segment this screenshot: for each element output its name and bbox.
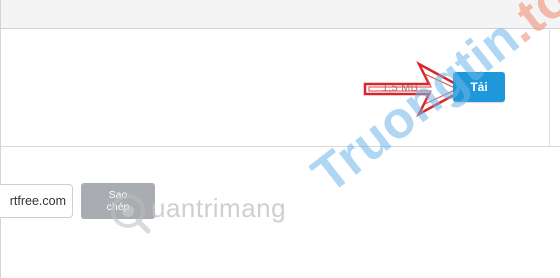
share-link-field[interactable]: rtfree.com	[0, 184, 73, 218]
section-divider	[1, 146, 560, 147]
page-frame: 1,5 MB Tải rtfree.com Sao chép uantriman…	[0, 0, 560, 278]
copy-button[interactable]: Sao chép	[81, 183, 155, 219]
copy-button-label: Sao chép	[106, 189, 130, 213]
top-toolbar	[1, 0, 560, 29]
download-button[interactable]: Tải	[453, 72, 505, 102]
cropped-text-row	[1, 266, 560, 278]
right-divider	[549, 28, 550, 146]
quantrimang-watermark: uantrimang	[151, 193, 287, 223]
